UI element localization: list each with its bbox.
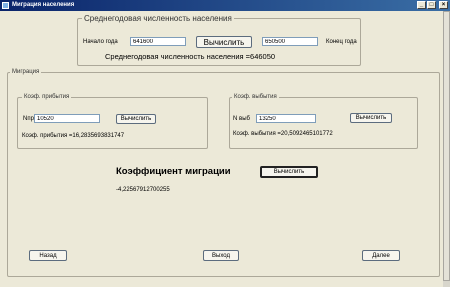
scrollbar-thumb[interactable] (443, 11, 450, 281)
minimize-button[interactable]: _ (417, 1, 426, 9)
start-year-input[interactable] (130, 37, 186, 46)
migration-group-title: Миграция (10, 69, 42, 75)
end-year-label: Конец года (326, 39, 357, 45)
departure-calc-button[interactable]: Вычислить (350, 113, 392, 123)
title-bar: Миграция населения _ □ × (0, 0, 450, 11)
back-button[interactable]: Назад (29, 250, 67, 261)
maximize-button[interactable]: □ (427, 1, 436, 9)
vertical-scrollbar[interactable] (443, 11, 450, 287)
migration-coef-calc-button[interactable]: Вычислить (260, 166, 318, 178)
departure-count-input[interactable] (256, 114, 316, 123)
start-year-label: Начало года (83, 39, 118, 45)
avg-population-group-title: Среднегодовая численность населения (82, 14, 234, 23)
exit-button[interactable]: Выход (203, 250, 239, 261)
departure-result: Коэф. выбытия =20,5092465101772 (233, 131, 333, 137)
arrival-calc-button[interactable]: Вычислить (116, 114, 156, 124)
app-icon (2, 2, 9, 9)
end-year-input[interactable] (262, 37, 318, 46)
arrival-count-input[interactable] (34, 114, 100, 123)
migration-coef-result: -4,22567912700255 (116, 187, 170, 193)
avg-population-result: Среднегодовая численность населения =646… (105, 52, 276, 61)
arrival-group: Коэф. прибытия (17, 94, 208, 149)
arrival-group-title: Коэф. прибытия (22, 94, 72, 100)
window-title: Миграция населения (12, 2, 75, 8)
avg-population-calc-button[interactable]: Вычислить (196, 36, 252, 48)
departure-group: Коэф. выбытия (229, 94, 418, 149)
arrival-result: Коэф. прибытия =16,2835693831747 (22, 133, 125, 139)
close-button[interactable]: × (439, 1, 448, 9)
departure-group-title: Коэф. выбытия (232, 94, 279, 100)
migration-coef-title: Коэффициент миграции (116, 166, 231, 177)
departure-field-label: N выб (233, 116, 250, 122)
arrival-field-label: Nпр (23, 116, 34, 122)
next-button[interactable]: Далее (362, 250, 400, 261)
